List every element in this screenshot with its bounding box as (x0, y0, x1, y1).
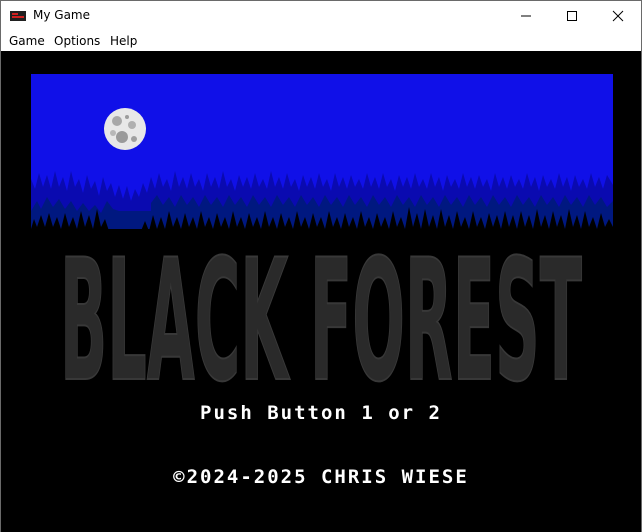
forest-scene (1, 74, 641, 251)
menu-options[interactable]: Options (54, 34, 100, 48)
maximize-icon (567, 11, 577, 21)
minimize-icon (521, 15, 531, 17)
menu-game[interactable]: Game (9, 34, 45, 48)
title-bar[interactable]: My Game (1, 1, 641, 31)
copyright-text: ©2024-2025 CHRIS WIESE (173, 466, 469, 488)
game-canvas[interactable]: BLACK FOREST Push Button 1 or 2 ©2024-20… (1, 51, 641, 532)
moon-icon (104, 108, 146, 150)
menu-bar: Game Options Help (1, 31, 641, 51)
joystick-app-icon (10, 11, 26, 21)
minimize-button[interactable] (503, 1, 549, 31)
close-icon (612, 10, 624, 22)
game-title: BLACK FOREST (59, 248, 583, 398)
menu-help[interactable]: Help (110, 34, 137, 48)
window-title: My Game (33, 8, 90, 22)
close-button[interactable] (595, 1, 641, 31)
push-button-prompt: Push Button 1 or 2 (200, 402, 442, 424)
maximize-button[interactable] (549, 1, 595, 31)
game-title-text: BLACK FOREST (60, 248, 582, 398)
game-window: My Game Game Options Help BLACK FOREST P… (0, 0, 642, 532)
